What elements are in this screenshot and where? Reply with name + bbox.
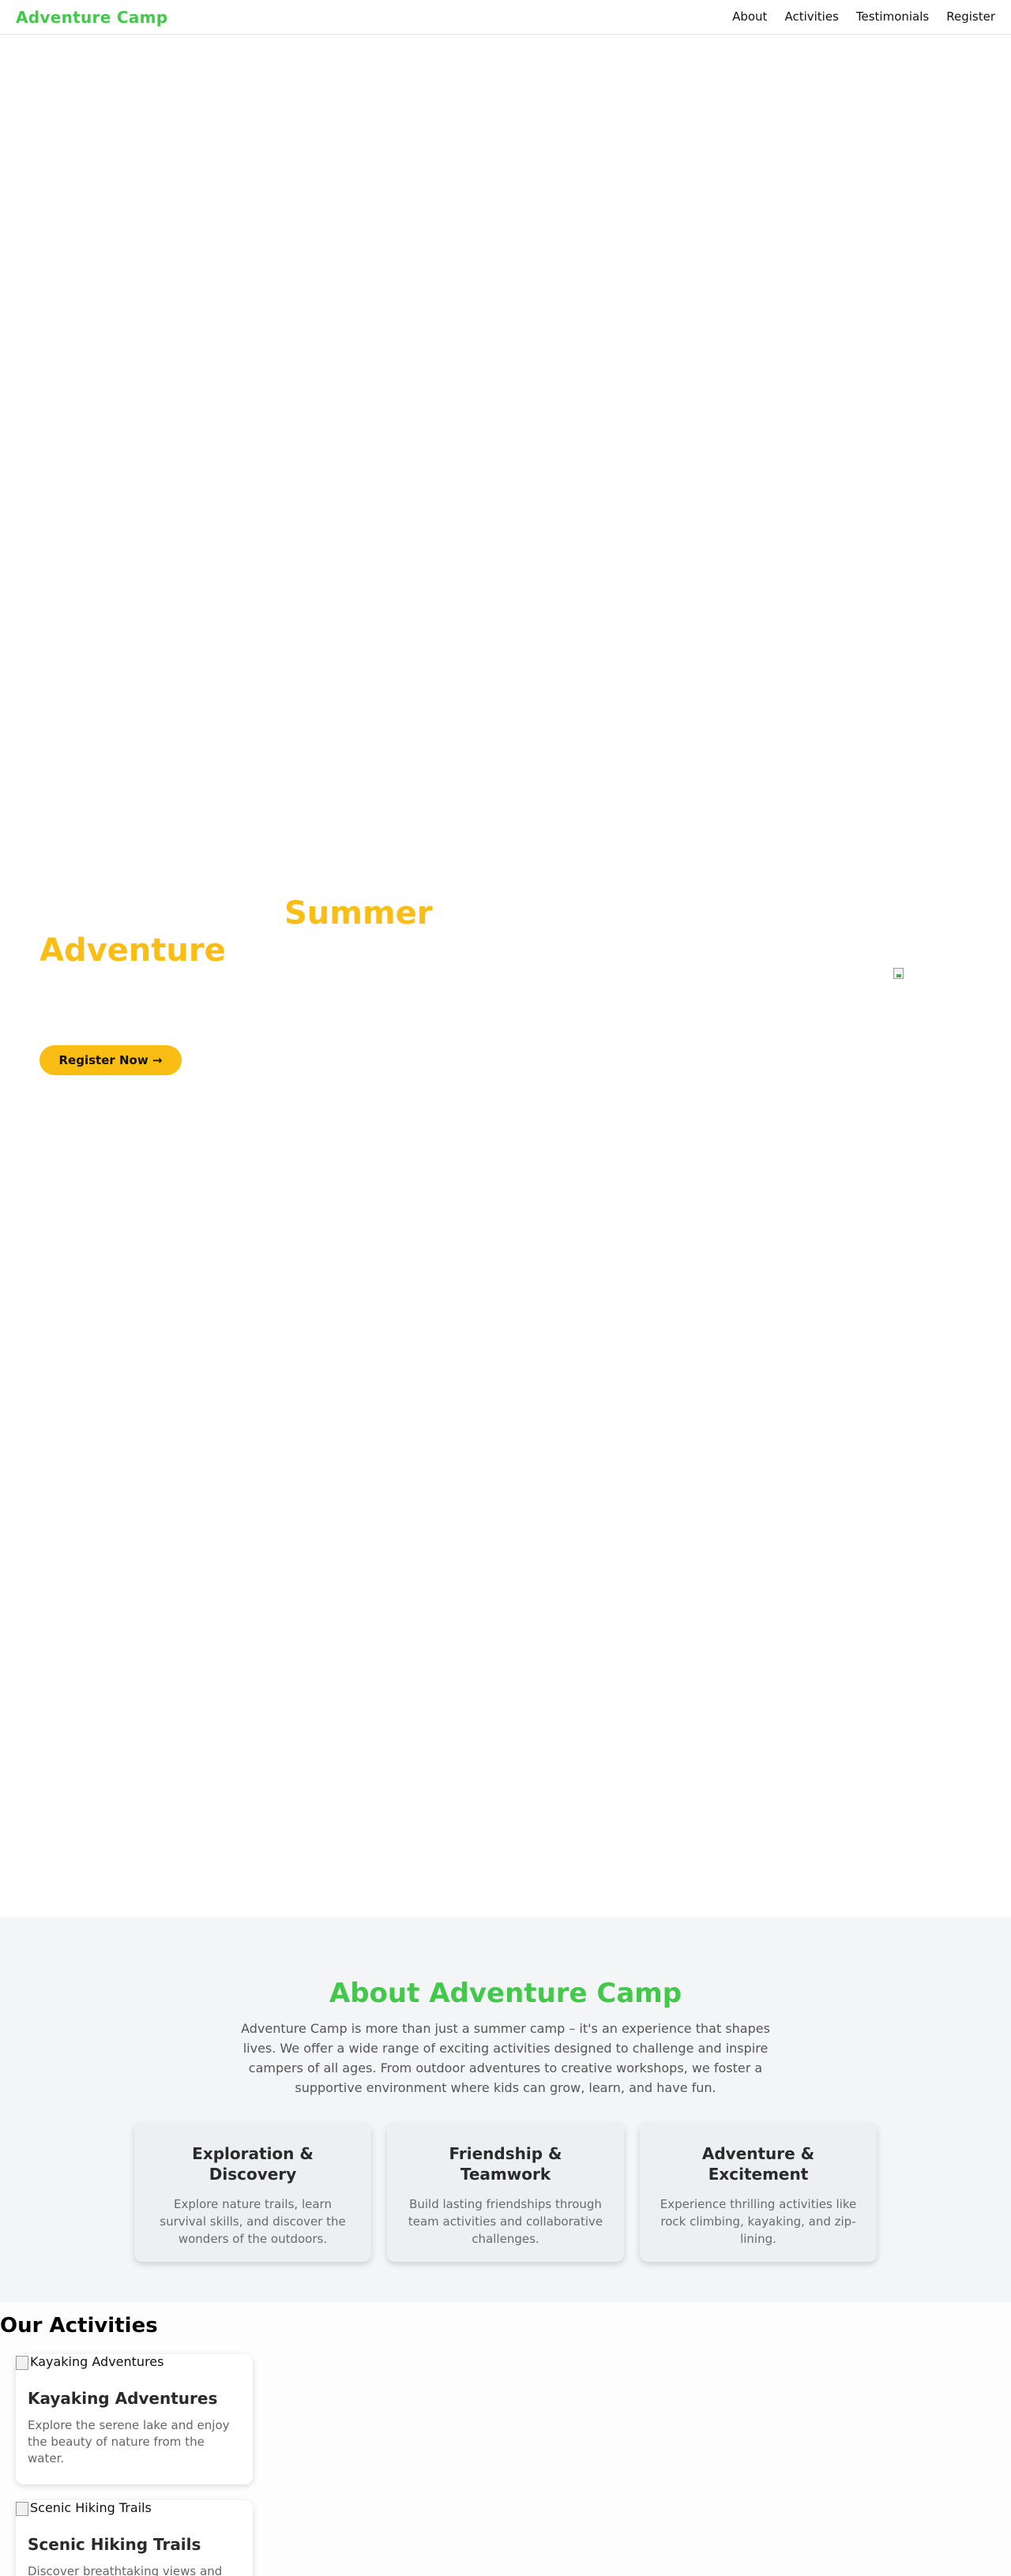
activity-image: Kayaking Adventures [16, 2354, 163, 2370]
activity-image: Scenic Hiking Trails [16, 2500, 152, 2516]
feature-cards: Exploration & Discovery Explore nature t… [134, 2123, 877, 2262]
activity-description: Explore the serene lake and enjoy the be… [28, 2418, 230, 2465]
about-section: About Adventure Camp Adventure Camp is m… [0, 1918, 1011, 2302]
feature-card-text: Experience thrilling activities like roc… [660, 2197, 857, 2246]
feature-card-text: Explore nature trails, learn survival sk… [160, 2197, 346, 2246]
feature-card-title: Adventure & Excitement [701, 2144, 815, 2184]
site-header: Adventure Camp About Activities Testimon… [0, 0, 1011, 35]
nav-link-register[interactable]: Register [946, 9, 995, 24]
feature-card-friendship: Friendship & Teamwork Build lasting frie… [387, 2123, 624, 2262]
activities-title: Our Activities [0, 2314, 158, 2338]
nav-link-about[interactable]: About [732, 9, 767, 24]
activity-card-hiking[interactable]: Scenic Hiking Trails Scenic Hiking Trail… [16, 2500, 253, 2576]
activity-card-kayaking[interactable]: Kayaking Adventures Kayaking Adventures … [16, 2354, 253, 2484]
register-now-button[interactable]: Register Now → [39, 1045, 182, 1075]
broken-image-icon [893, 968, 906, 981]
nav-link-testimonials[interactable]: Testimonials [856, 9, 929, 24]
hero-word-adventure: Adventure [39, 932, 226, 969]
activity-name: Scenic Hiking Trails [28, 2535, 201, 2554]
nav-link-activities[interactable]: Activities [784, 9, 838, 24]
activity-description: Discover breathtaking views and [28, 2564, 223, 2576]
hero-section: Summer Adventure Register Now → [0, 35, 1011, 1918]
feature-card-title: Exploration & Discovery [192, 2144, 314, 2184]
main-nav: About Activities Testimonials Register [732, 9, 995, 24]
feature-card-title: Friendship & Teamwork [449, 2144, 562, 2184]
about-intro: Adventure Camp is more than just a summe… [241, 2021, 770, 2095]
activity-name: Kayaking Adventures [28, 2389, 218, 2408]
about-title: About Adventure Camp [329, 1978, 682, 2009]
hero-word-summer: Summer [284, 895, 433, 932]
feature-card-text: Build lasting friendships through team a… [408, 2197, 603, 2246]
feature-card-adventure: Adventure & Excitement Experience thrill… [640, 2123, 877, 2262]
brand-logo[interactable]: Adventure Camp [16, 8, 167, 27]
feature-card-exploration: Exploration & Discovery Explore nature t… [134, 2123, 371, 2262]
